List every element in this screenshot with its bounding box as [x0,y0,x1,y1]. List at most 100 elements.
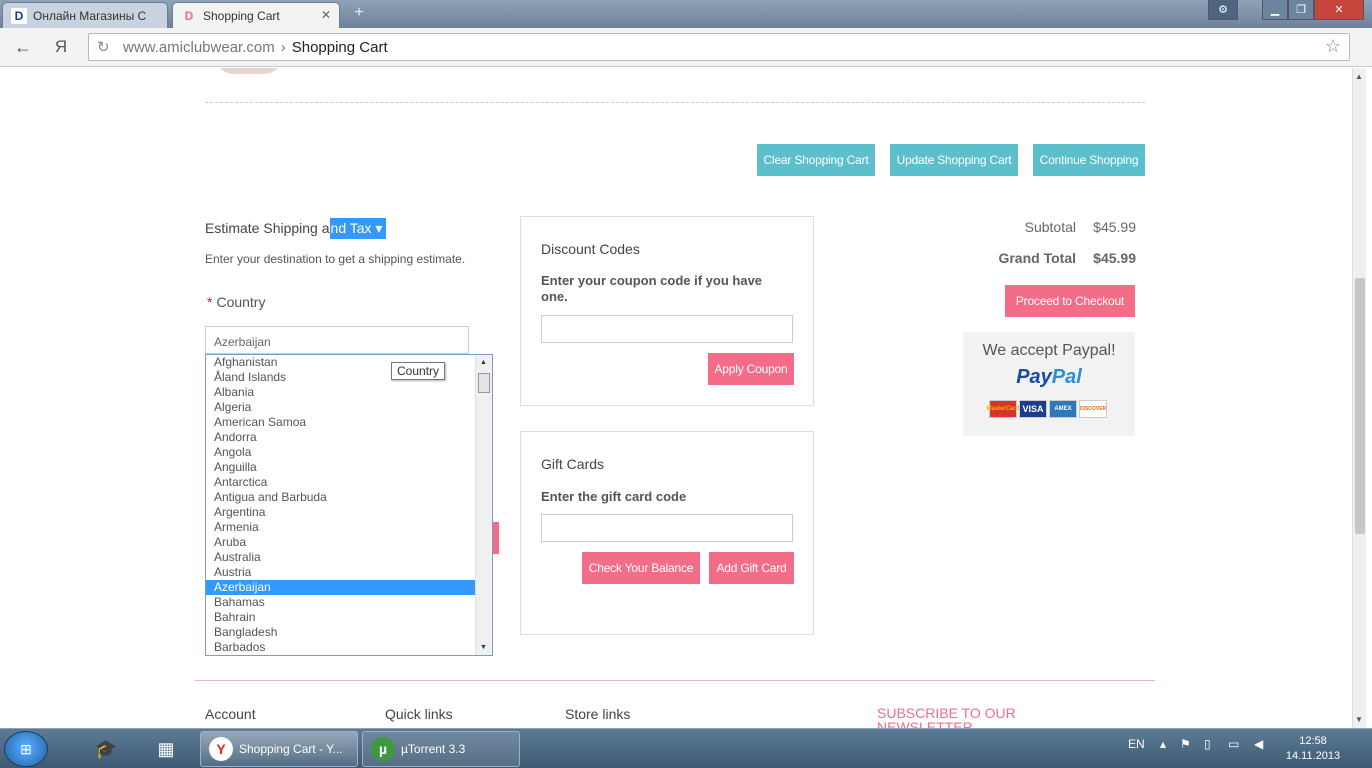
graduation-cap-icon[interactable]: 🎓 [92,735,120,763]
url-host: www.amiclubwear.com [123,38,275,56]
new-tab-button[interactable]: + [348,4,370,24]
yandex-icon[interactable]: Я [50,36,72,58]
taskbar-yandex-browser[interactable]: Y Shopping Cart - Y... [200,731,358,767]
browser-toolbar: ← Я ↻ www.amiclubwear.com › Shopping Car… [0,28,1372,67]
gift-heading: Gift Cards [541,456,605,472]
calculator-icon[interactable]: ▦ [152,735,180,763]
system-clock[interactable]: 12:58 14.11.2013 [1278,734,1348,764]
back-arrow-icon[interactable]: ← [12,36,34,58]
mastercard-icon: MasterCard [987,400,1020,418]
windows-taskbar: ⊞ 🎓 ▦ Y Shopping Cart - Y... µ µTorrent … [0,728,1372,768]
country-label: * Country [207,294,265,310]
address-bar[interactable]: ↻ www.amiclubwear.com › Shopping Cart ☆ [88,33,1350,61]
footer-store-links-heading: Store links [565,706,631,722]
footer-account-heading: Account [205,706,256,722]
language-indicator[interactable]: EN [1128,737,1145,751]
bookmark-star-icon[interactable]: ☆ [1325,36,1341,57]
page-scroll-thumb[interactable] [1355,278,1365,534]
reload-icon[interactable]: ↻ [97,38,110,56]
start-button[interactable]: ⊞ [4,731,48,767]
coupon-input[interactable] [541,315,793,343]
discover-icon: DISCOVER [1079,400,1107,418]
network-icon[interactable]: ▭ [1228,737,1239,751]
maximize-button[interactable]: ❐ [1288,0,1314,20]
country-option[interactable]: Bahrain [206,610,476,625]
country-option[interactable]: Antarctica [206,475,476,490]
paypal-logo-pal: Pal [1051,366,1082,388]
country-option[interactable]: Barbados [206,640,476,655]
country-select[interactable]: Azerbaijan [205,326,469,354]
apply-coupon-button[interactable]: Apply Coupon [708,353,794,385]
country-tooltip: Country [391,362,446,380]
gift-card-input[interactable] [541,514,793,542]
show-hidden-icons-icon[interactable]: ▴ [1160,737,1166,751]
yandex-browser-icon: Y [209,737,233,761]
visa-icon: VISA [1019,400,1047,418]
clear-cart-button[interactable]: Clear Shopping Cart [757,144,875,176]
minimize-button[interactable]: ▁ [1262,0,1288,20]
update-cart-button[interactable]: Update Shopping Cart [890,144,1018,176]
close-window-button[interactable]: ✕ [1314,0,1364,20]
scroll-up-arrow-icon[interactable]: ▲ [480,359,487,366]
close-tab-icon[interactable]: ✕ [321,8,331,22]
estimate-shipping-title: Estimate Shipping and Tax ▾ [205,218,387,239]
country-option[interactable]: Albania [206,385,476,400]
country-option[interactable]: Armenia [206,520,476,535]
country-option[interactable]: Antigua and Barbuda [206,490,476,505]
payment-methods-box: We accept Paypal! PayPal MasterCard VISA… [963,332,1135,436]
subtotal-value: $45.99 [1093,219,1136,235]
gift-label: Enter the gift card code [541,489,687,504]
continue-shopping-button[interactable]: Continue Shopping [1033,144,1145,176]
discount-heading: Discount Codes [541,241,640,257]
country-option[interactable]: Azerbaijan [206,580,476,595]
coupon-label: Enter your coupon code if you have one. [541,273,763,304]
estimate-description: Enter your destination to get a shipping… [205,252,466,266]
country-option[interactable]: Aruba [206,535,476,550]
country-option[interactable]: Bahamas [206,595,476,610]
country-options: Afghanistan Åland Islands Albania Algeria Am… [206,355,492,655]
paypal-logo: PayPal [963,366,1135,389]
subtotal-label: Subtotal [1024,219,1076,235]
settings-icon[interactable]: ⚙ [1208,0,1238,20]
check-balance-button[interactable]: Check Your Balance [582,552,700,584]
estimate-title-prefix: Estimate Shipping a [205,220,330,236]
dropdown-scrollbar[interactable]: ▲ ▼ [475,355,492,655]
tab-label: Shopping Cart [203,8,280,23]
country-option[interactable]: Austria [206,565,476,580]
footer-divider [195,680,1155,681]
site-favicon-icon: D [11,7,27,24]
scroll-down-arrow-icon[interactable]: ▼ [1355,715,1363,724]
tab-label: Онлайн Магазины С [33,8,147,23]
taskbar-utorrent[interactable]: µ µTorrent 3.3 [362,731,520,767]
country-option[interactable]: Algeria [206,400,476,415]
footer-quick-links-heading: Quick links [385,706,453,722]
country-option[interactable]: Bangladesh [206,625,476,640]
divider [205,102,1145,103]
country-option[interactable]: Australia [206,550,476,565]
grand-total-label: Grand Total [998,250,1076,266]
url-path: Shopping Cart [291,38,388,56]
dropdown-scroll-thumb[interactable] [478,373,490,393]
action-center-flag-icon[interactable]: ⚑ [1180,737,1191,751]
country-option[interactable]: American Samoa [206,415,476,430]
scroll-up-arrow-icon[interactable]: ▲ [1355,72,1363,81]
utorrent-icon: µ [371,737,395,761]
scroll-down-arrow-icon[interactable]: ▼ [480,644,487,651]
country-option[interactable]: Anguilla [206,460,476,475]
device-icon[interactable]: ▯ [1204,737,1211,751]
country-option[interactable]: Andorra [206,430,476,445]
add-gift-card-button[interactable]: Add Gift Card [709,552,794,584]
tab-online-stores[interactable]: D Онлайн Магазины С [2,2,168,28]
page-scrollbar[interactable]: ▲ ▼ [1352,68,1366,728]
country-dropdown-list[interactable]: Afghanistan Åland Islands Albania Algeria Am… [205,354,493,656]
country-option[interactable]: Argentina [206,505,476,520]
browser-tab-bar: D Онлайн Магазины С D Shopping Cart ✕ + … [0,0,1372,28]
taskbar-task-label: Shopping Cart - Y... [239,742,343,756]
discount-codes-panel: Discount Codes Enter your coupon code if… [520,216,814,406]
country-option[interactable]: Angola [206,445,476,460]
card-logos: MasterCard VISA AMEX DISCOVER [987,400,1107,418]
proceed-to-checkout-button[interactable]: Proceed to Checkout [1005,285,1135,317]
site-favicon-icon: D [184,8,194,23]
tab-shopping-cart[interactable]: D Shopping Cart ✕ [172,2,340,28]
volume-icon[interactable]: ◀ [1254,737,1263,751]
